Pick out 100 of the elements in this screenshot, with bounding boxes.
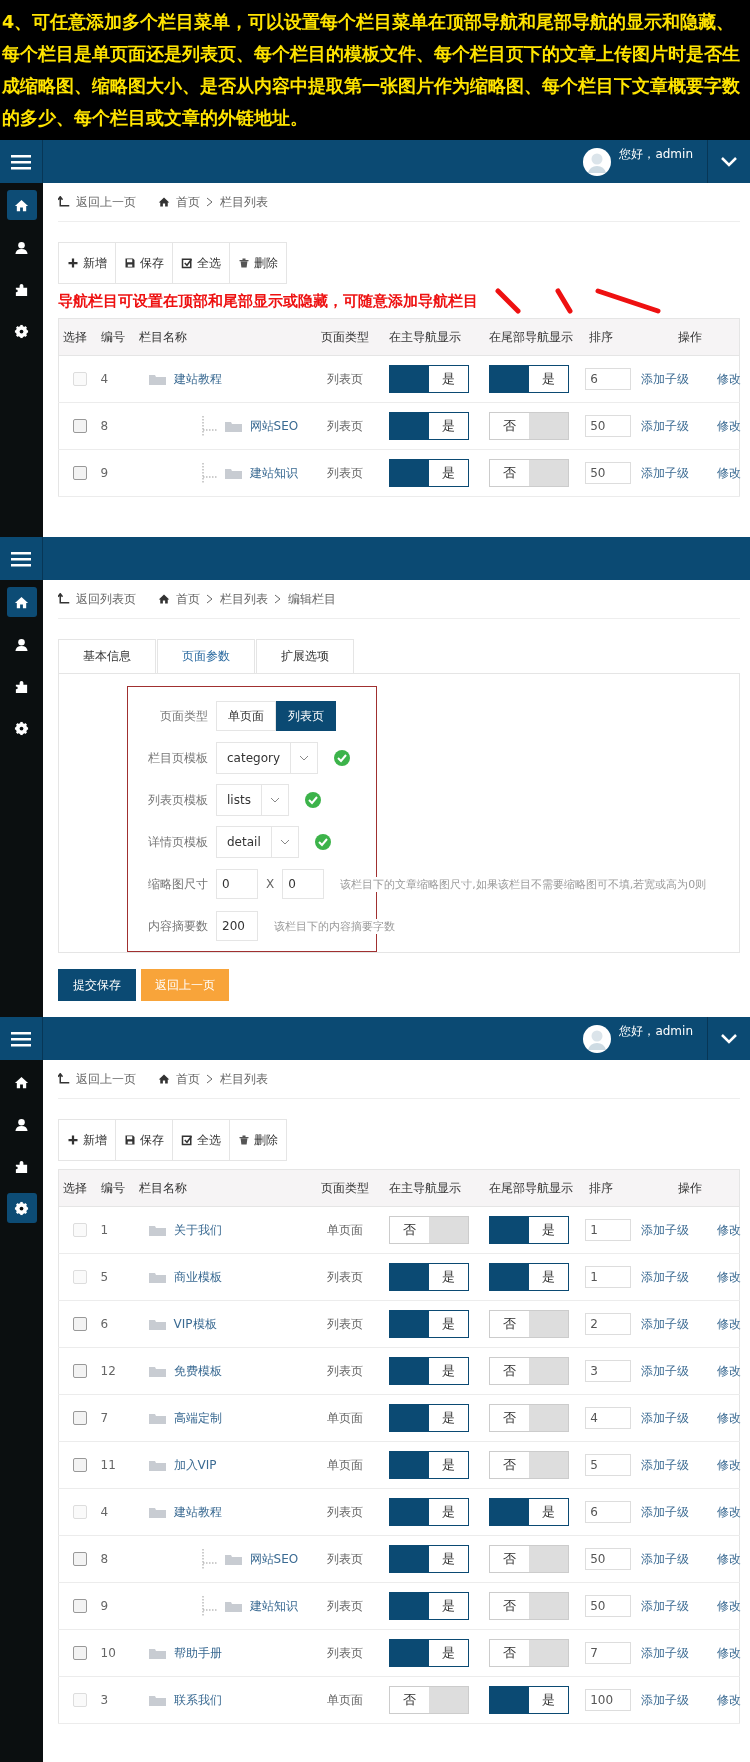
field-label: 页面类型 xyxy=(159,707,208,725)
menu-icon xyxy=(11,549,31,568)
return-arrow-icon xyxy=(58,593,70,605)
row-checkbox[interactable] xyxy=(73,1646,87,1661)
hint-text: 该栏目下的内容摘要字数 xyxy=(274,918,395,934)
toggle-switch[interactable]: 否 xyxy=(489,1357,570,1385)
row-checkbox[interactable] xyxy=(73,1364,87,1379)
category-name-link[interactable]: 加入VIP xyxy=(173,1456,217,1474)
edit-link[interactable]: 修改 xyxy=(717,1363,742,1378)
puzzle-icon xyxy=(14,1158,29,1174)
folder-icon xyxy=(148,1459,166,1471)
avatar-icon xyxy=(583,1024,612,1053)
back-link[interactable]: 返回上一页 xyxy=(76,193,136,211)
annotation-text: 导航栏目可设置在顶部和尾部显示或隐藏，可随意添加导航栏目 xyxy=(58,291,478,311)
column-header: 在尾部导航显示 xyxy=(489,1180,574,1195)
row-checkbox[interactable] xyxy=(73,1411,87,1426)
tab[interactable]: 基本信息 xyxy=(58,639,156,673)
height-input[interactable]: 0 xyxy=(282,869,325,899)
tree-line-icon xyxy=(200,1549,217,1569)
add-child-link[interactable]: 添加子级 xyxy=(641,1316,690,1331)
breadcrumb-link[interactable]: 栏目列表 xyxy=(220,1070,268,1088)
chevron-down-icon xyxy=(721,155,737,168)
template-select[interactable]: category xyxy=(216,742,319,774)
toggle-switch[interactable]: 是 xyxy=(388,1357,469,1385)
folder-icon xyxy=(148,1271,166,1283)
column-header: 编号 xyxy=(100,329,125,344)
order-input[interactable]: 4 xyxy=(585,1407,632,1429)
column-header: 操作 xyxy=(678,1180,703,1195)
toggle-switch[interactable]: 是 xyxy=(388,1639,469,1667)
table-cell: 5 xyxy=(100,1270,109,1284)
category-name-link[interactable]: 免费模板 xyxy=(173,1362,222,1380)
toggle-switch[interactable]: 否 xyxy=(489,1639,570,1667)
breadcrumb-link[interactable]: 首页 xyxy=(176,1070,200,1088)
width-input[interactable]: 0 xyxy=(216,869,258,899)
submit-button[interactable]: 提交保存 xyxy=(58,969,136,1001)
back-link[interactable]: 返回列表页 xyxy=(76,590,136,608)
breadcrumb-link[interactable]: 栏目列表 xyxy=(220,193,268,211)
chevron-right-icon xyxy=(206,197,214,207)
summary-count-input[interactable]: 200 xyxy=(216,911,258,941)
sidebar-item[interactable] xyxy=(6,1193,37,1223)
order-input[interactable]: 5 xyxy=(585,1454,632,1476)
table-cell: 7 xyxy=(100,1411,109,1425)
sidebar-item[interactable] xyxy=(6,587,37,617)
folder-icon xyxy=(148,373,166,385)
column-header: 在主导航显示 xyxy=(388,329,461,344)
table-cell: 列表页 xyxy=(326,1316,363,1331)
segment-option[interactable]: 列表页 xyxy=(276,701,336,731)
folder-icon xyxy=(224,1600,242,1612)
plus-icon xyxy=(67,1134,79,1146)
row-checkbox[interactable] xyxy=(73,1458,87,1473)
tab[interactable]: 页面参数 xyxy=(157,639,255,673)
folder-icon xyxy=(148,1318,166,1330)
field-label: 栏目页模板 xyxy=(147,749,208,767)
edit-link[interactable]: 修改 xyxy=(717,1645,742,1660)
toggle-switch[interactable]: 是 xyxy=(388,1310,469,1338)
folder-icon xyxy=(224,467,242,479)
plus-icon xyxy=(67,257,79,269)
category-name-link[interactable]: 帮助手册 xyxy=(173,1644,222,1662)
row-checkbox[interactable] xyxy=(73,1317,87,1332)
back-link[interactable]: 返回上一页 xyxy=(76,1070,136,1088)
breadcrumb-link[interactable]: 栏目列表 xyxy=(220,590,268,608)
return-arrow-icon xyxy=(58,196,70,208)
add-child-link[interactable]: 添加子级 xyxy=(641,1645,690,1660)
order-input[interactable]: 3 xyxy=(585,1360,632,1382)
sidebar-item[interactable] xyxy=(6,190,37,220)
toggle-switch[interactable]: 是 xyxy=(388,1451,469,1479)
table-cell: 单页面 xyxy=(326,1457,363,1472)
segment-option[interactable]: 单页面 xyxy=(216,701,276,731)
breadcrumb-link[interactable]: 首页 xyxy=(176,193,200,211)
puzzle-icon xyxy=(14,281,29,297)
toggle-switch[interactable]: 是 xyxy=(388,1404,469,1432)
folder-icon xyxy=(148,1365,166,1377)
folder-icon xyxy=(148,1647,166,1659)
table-cell: 列表页 xyxy=(326,1598,363,1613)
table-cell: 单页面 xyxy=(326,1222,363,1237)
caret-down-icon xyxy=(269,797,280,803)
order-input[interactable]: 7 xyxy=(585,1642,632,1664)
user-icon xyxy=(14,1116,29,1132)
edit-link[interactable]: 修改 xyxy=(717,1316,742,1331)
puzzle-icon xyxy=(14,678,29,694)
edit-link[interactable]: 修改 xyxy=(717,1457,742,1472)
edit-link[interactable]: 修改 xyxy=(717,1410,742,1425)
breadcrumb-link[interactable]: 编辑栏目 xyxy=(288,590,336,608)
add-child-link[interactable]: 添加子级 xyxy=(641,1410,690,1425)
toggle-switch[interactable]: 否 xyxy=(489,1404,570,1432)
template-select[interactable]: lists xyxy=(216,784,289,816)
order-input[interactable]: 2 xyxy=(585,1313,632,1335)
toggle-switch[interactable]: 否 xyxy=(489,1451,570,1479)
field-label: 详情页模板 xyxy=(147,833,208,851)
add-child-link[interactable]: 添加子级 xyxy=(641,1457,690,1472)
add-child-link[interactable]: 添加子级 xyxy=(641,1363,690,1378)
toggle-switch[interactable]: 否 xyxy=(489,1310,570,1338)
category-name-link[interactable]: 高端定制 xyxy=(173,1409,222,1427)
column-header: 页面类型 xyxy=(320,329,369,344)
column-header: 页面类型 xyxy=(320,1180,369,1195)
breadcrumb-link[interactable]: 首页 xyxy=(176,590,200,608)
template-select[interactable]: detail xyxy=(216,826,299,858)
tab[interactable]: 扩展选项 xyxy=(256,639,354,673)
folder-icon xyxy=(224,1553,242,1565)
category-name-link[interactable]: VIP模板 xyxy=(173,1315,217,1333)
